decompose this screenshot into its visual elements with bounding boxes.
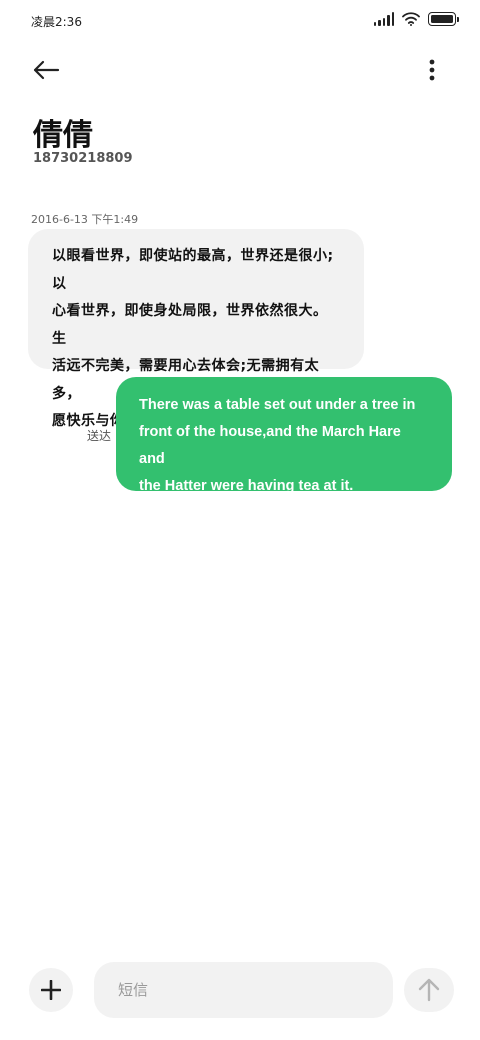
battery-icon — [428, 12, 459, 26]
contact-number: 18730218809 — [33, 151, 133, 166]
status-bar: 凌晨2:36 — [0, 0, 480, 42]
outgoing-message-line: There was a table set out under a tree i… — [139, 397, 416, 413]
outgoing-message-line: the Hatter were having tea at it. — [139, 478, 354, 494]
arrow-left-icon — [33, 60, 60, 80]
composer-bar — [0, 960, 480, 1020]
back-button[interactable] — [32, 52, 72, 88]
signal-icon — [373, 12, 394, 26]
add-attachment-button[interactable] — [29, 968, 73, 1012]
outgoing-message-line: front of the house,and the March Hare an… — [139, 424, 401, 467]
delivery-status: 送达 — [87, 429, 112, 443]
message-input[interactable] — [94, 962, 393, 1018]
send-button[interactable] — [404, 968, 454, 1012]
arrow-up-icon — [418, 978, 440, 1002]
outgoing-message-bubble[interactable]: There was a table set out under a tree i… — [116, 377, 452, 494]
status-icons — [373, 12, 459, 26]
wifi-icon — [402, 12, 420, 26]
message-timestamp: 2016-6-13 下午1:49 — [31, 213, 139, 226]
incoming-message-bubble[interactable]: 以眼看世界，即使站的最高，世界还是很小;以 心看世界，即使身处局限，世界依然很大… — [28, 229, 364, 429]
more-vertical-icon — [429, 59, 435, 81]
plus-icon — [41, 980, 61, 1000]
status-time: 凌晨2:36 — [31, 15, 82, 29]
battery-fill — [431, 15, 453, 23]
contact-name: 倩倩 — [33, 118, 93, 153]
top-bar — [0, 48, 480, 92]
incoming-message-line: 以眼看世界，即使站的最高，世界还是很小;以 — [52, 248, 334, 292]
incoming-message-line: 心看世界，即使身处局限，世界依然很大。生 — [52, 303, 328, 347]
more-options-button[interactable] — [422, 52, 442, 88]
